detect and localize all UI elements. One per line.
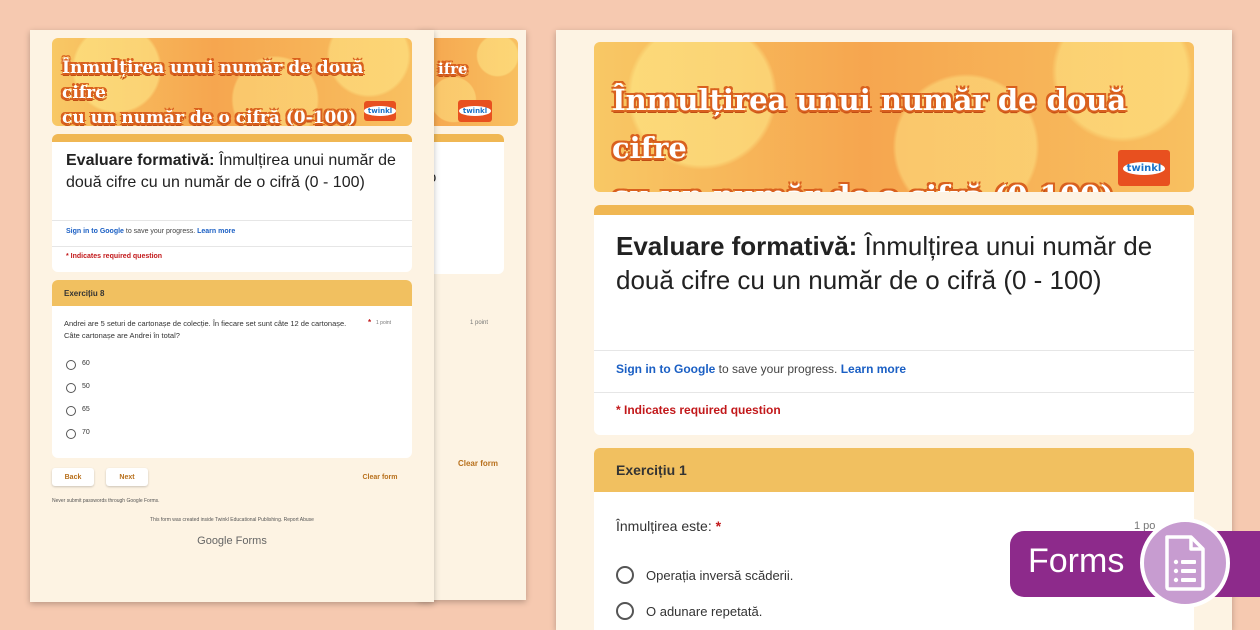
option-radio[interactable] [66, 429, 76, 439]
back-form-sheet-2: ifre twinkl io Clear form 1 point [418, 30, 526, 600]
required-note: * Indicates required question [66, 253, 163, 260]
form-title: Evaluare formativă: Înmulțirea unui numă… [66, 152, 396, 191]
clear-form-button[interactable]: Clear form [448, 454, 508, 472]
google-forms-doc-icon [1140, 518, 1230, 608]
option-label: 60 [82, 360, 90, 367]
option-label: O adunare repetată. [646, 604, 763, 619]
option-radio[interactable] [66, 383, 76, 393]
learn-more-link[interactable]: Learn more [197, 228, 235, 235]
banner-title: Înmulțirea unui număr de două cifre cu u… [62, 58, 364, 126]
question-card: Exercițiu 8 Andrei are 5 seturi de carto… [52, 280, 412, 458]
option-label: 50 [82, 383, 90, 390]
form-header-card: Evaluare formativă: Înmulțirea unui numă… [594, 205, 1194, 435]
next-button[interactable]: Next [106, 468, 148, 486]
signin-link[interactable]: Sign in to Google [616, 362, 715, 376]
option-label: Operația inversă scăderii. [646, 568, 794, 583]
twinkl-logo: twinkl [458, 100, 492, 122]
twinkl-logo: twinkl [1118, 150, 1170, 186]
form-banner: Înmulțirea unui număr de două cifre cu u… [52, 38, 412, 126]
twinkl-logo: twinkl [363, 101, 397, 121]
forms-badge-label: Forms [1028, 542, 1125, 580]
required-note: * Indicates required question [616, 403, 781, 417]
signin-line: Sign in to Google to save your progress.… [66, 228, 236, 235]
question-text: Înmulțirea este: * [616, 518, 722, 534]
option-radio[interactable] [616, 602, 634, 620]
footer-note: Never submit passwords through Google Fo… [52, 498, 160, 504]
signin-link[interactable]: Sign in to Google [66, 228, 124, 235]
learn-more-link[interactable]: Learn more [841, 362, 906, 376]
option-radio[interactable] [616, 566, 634, 584]
option-label: 70 [82, 429, 90, 436]
banner-title: Înmulțirea unui număr de două cifre cu u… [612, 83, 1127, 192]
points-label: 1 point [470, 320, 489, 326]
section-title: Exercițiu 1 [594, 448, 1194, 492]
back-form-sheet: Înmulțirea unui număr de două cifre cu u… [30, 30, 434, 602]
footer-terms: This form was created inside Twinkl Educ… [150, 517, 314, 523]
form-banner: Înmulțirea unui număr de două cifre cu u… [594, 42, 1194, 192]
form-title: Evaluare formativă: Înmulțirea unui numă… [616, 231, 1153, 295]
form-header-card: Evaluare formativă: Înmulțirea unui numă… [52, 134, 412, 272]
option-label: 65 [82, 406, 90, 413]
required-star: * [368, 318, 372, 327]
clear-form-button[interactable]: Clear form [348, 468, 412, 486]
section-title: Exercițiu 8 [52, 280, 412, 306]
google-forms-logo: Google Forms [197, 535, 267, 547]
points-label: 1 point [376, 320, 392, 326]
back-button[interactable]: Back [52, 468, 94, 486]
option-radio[interactable] [66, 406, 76, 416]
option-radio[interactable] [66, 360, 76, 370]
question-text: Andrei are 5 seturi de cartonașe de cole… [64, 319, 347, 340]
signin-line: Sign in to Google to save your progress.… [616, 362, 907, 376]
required-star: * [715, 518, 722, 534]
